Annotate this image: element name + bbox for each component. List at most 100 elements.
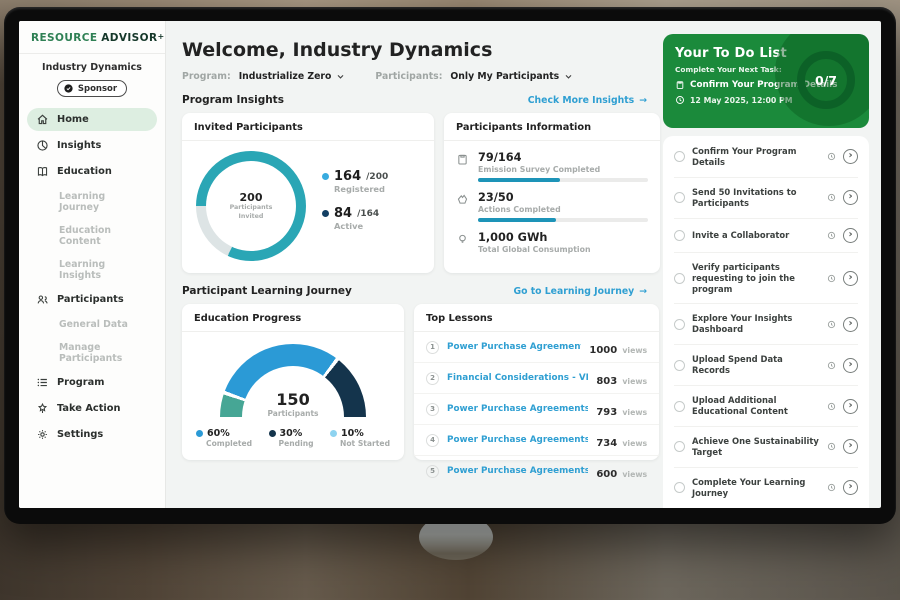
pending-pct: 30% bbox=[280, 428, 303, 439]
task-info-icon bbox=[827, 442, 836, 451]
lesson-link[interactable]: Power Purchase Agreements 101 bbox=[447, 404, 588, 414]
sidebar-item-label: Program bbox=[57, 377, 104, 388]
app-logo: RESOURCE ADVISOR+ bbox=[27, 32, 157, 44]
task-open-button[interactable]: › bbox=[843, 271, 858, 286]
sidebar-item-take-action[interactable]: Take Action bbox=[27, 397, 157, 420]
list-icon bbox=[36, 376, 49, 389]
sidebar-item-insights[interactable]: Insights bbox=[27, 134, 157, 157]
chevron-down-icon bbox=[336, 72, 345, 81]
invited-participants-title: Invited Participants bbox=[182, 113, 434, 141]
task-checkbox[interactable] bbox=[674, 192, 685, 203]
education-progress-card: Education Progress 150 Participants bbox=[182, 304, 404, 460]
actions-icon bbox=[456, 193, 469, 206]
top-lessons-card: Top Lessons 1 Power Purchase Agreements … bbox=[414, 304, 659, 460]
task-checkbox[interactable] bbox=[674, 401, 685, 412]
sidebar-item-participants[interactable]: Participants bbox=[27, 288, 157, 311]
completed-label: Completed bbox=[206, 439, 252, 448]
book-icon bbox=[36, 165, 49, 178]
insights-icon bbox=[36, 139, 49, 152]
stat-value: 79/164 bbox=[478, 151, 648, 164]
registered-dot bbox=[322, 173, 329, 180]
actions-progress-bar bbox=[478, 218, 648, 222]
task-label[interactable]: Confirm Your Program Details bbox=[692, 146, 820, 168]
sidebar-item-education[interactable]: Education bbox=[27, 160, 157, 183]
task-checkbox[interactable] bbox=[674, 482, 685, 493]
participants-filter[interactable]: Participants: Only My Participants bbox=[375, 71, 573, 82]
todo-panel: Your To Do List Complete Your Next Task:… bbox=[657, 21, 881, 508]
lesson-views: 803 bbox=[596, 376, 617, 387]
stat-label: Emission Survey Completed bbox=[478, 165, 648, 174]
not-started-dot bbox=[330, 430, 337, 437]
task-label[interactable]: Verify participants requesting to join t… bbox=[692, 262, 820, 295]
sidebar-item-label: Participants bbox=[57, 294, 124, 305]
task-open-button[interactable]: › bbox=[843, 439, 858, 454]
registered-total: /200 bbox=[366, 172, 388, 182]
sponsor-icon bbox=[63, 83, 74, 94]
task-checkbox[interactable] bbox=[674, 360, 685, 371]
lesson-link[interactable]: Power Purchase Agreements 102 bbox=[447, 435, 588, 445]
education-progress-gauge-chart: 150 Participants bbox=[220, 344, 366, 418]
lesson-row: 2 Financial Considerations - VPPAs 803 v… bbox=[414, 363, 659, 394]
lesson-link[interactable]: Financial Considerations - VPPAs bbox=[447, 373, 588, 383]
task-label[interactable]: Explore Your Insights Dashboard bbox=[692, 313, 820, 335]
task-row: Upload Additional Educational Content › bbox=[674, 386, 858, 427]
task-open-button[interactable]: › bbox=[843, 228, 858, 243]
todo-summary-card: Your To Do List Complete Your Next Task:… bbox=[663, 34, 869, 128]
active-dot bbox=[322, 210, 329, 217]
task-checkbox[interactable] bbox=[674, 319, 685, 330]
task-open-button[interactable]: › bbox=[843, 190, 858, 205]
logo-primary: RESOURCE bbox=[31, 32, 97, 44]
sidebar-item-settings[interactable]: Settings bbox=[27, 423, 157, 446]
task-info-icon bbox=[827, 361, 836, 370]
task-label[interactable]: Achieve One Sustainability Target bbox=[692, 436, 820, 458]
task-open-button[interactable]: › bbox=[843, 358, 858, 373]
todo-due-date: 12 May 2025, 12:00 PM bbox=[690, 96, 793, 105]
lesson-link[interactable]: Power Purchase Agreements 103 bbox=[447, 466, 588, 476]
sidebar-item-home[interactable]: Home bbox=[27, 108, 157, 131]
bulb-icon bbox=[456, 233, 469, 246]
sidebar-item-program[interactable]: Program bbox=[27, 371, 157, 394]
check-more-insights-link[interactable]: Check More Insights → bbox=[528, 95, 647, 106]
task-open-button[interactable]: › bbox=[843, 317, 858, 332]
lesson-rank: 2 bbox=[426, 372, 439, 385]
sidebar-item-learning-insights[interactable]: Learning Insights bbox=[27, 254, 157, 286]
views-suffix: views bbox=[622, 439, 647, 448]
emission-progress-bar bbox=[478, 178, 648, 182]
task-open-button[interactable]: › bbox=[843, 480, 858, 495]
sidebar-item-label: Settings bbox=[57, 429, 103, 440]
learning-journey-heading: Participant Learning Journey bbox=[182, 285, 352, 297]
sidebar-item-label: Insights bbox=[57, 140, 101, 151]
lesson-rank: 5 bbox=[426, 465, 439, 478]
gauge-center-label: Participants bbox=[220, 409, 366, 418]
legend-registered: 164/200 Registered bbox=[322, 169, 388, 194]
invited-legend: 164/200 Registered 84/164 Active bbox=[322, 169, 388, 243]
task-checkbox[interactable] bbox=[674, 230, 685, 241]
task-label[interactable]: Complete Your Learning Journey bbox=[692, 477, 820, 499]
task-info-icon bbox=[827, 274, 836, 283]
program-insights-heading: Program Insights bbox=[182, 94, 284, 106]
task-checkbox[interactable] bbox=[674, 151, 685, 162]
task-label[interactable]: Invite a Collaborator bbox=[692, 230, 820, 241]
sidebar-item-education-content[interactable]: Education Content bbox=[27, 220, 157, 252]
task-label[interactable]: Send 50 Invitations to Participants bbox=[692, 187, 820, 209]
task-checkbox[interactable] bbox=[674, 441, 685, 452]
program-filter-label: Program: bbox=[182, 71, 231, 82]
lesson-link[interactable]: Power Purchase Agreements 101 bbox=[447, 342, 581, 352]
task-open-button[interactable]: › bbox=[843, 399, 858, 414]
go-to-learning-journey-link[interactable]: Go to Learning Journey → bbox=[513, 286, 647, 297]
completed-pct: 60% bbox=[207, 428, 230, 439]
task-open-button[interactable]: › bbox=[843, 149, 858, 164]
active-value: 84 bbox=[334, 206, 352, 221]
task-row: Confirm Your Program Details › bbox=[674, 137, 858, 178]
program-filter[interactable]: Program: Industrialize Zero bbox=[182, 71, 345, 82]
task-label[interactable]: Upload Spend Data Records bbox=[692, 354, 820, 376]
logo-secondary: ADVISOR bbox=[101, 32, 157, 44]
survey-clipboard-icon bbox=[456, 153, 469, 166]
sidebar-item-learning-journey[interactable]: Learning Journey bbox=[27, 186, 157, 218]
task-label[interactable]: Upload Additional Educational Content bbox=[692, 395, 820, 417]
sidebar-item-manage-participants[interactable]: Manage Participants bbox=[27, 337, 157, 369]
stat-label: Actions Completed bbox=[478, 205, 648, 214]
task-checkbox[interactable] bbox=[674, 273, 685, 284]
stat-label: Total Global Consumption bbox=[478, 245, 591, 254]
sidebar-item-general-data[interactable]: General Data bbox=[27, 314, 157, 335]
